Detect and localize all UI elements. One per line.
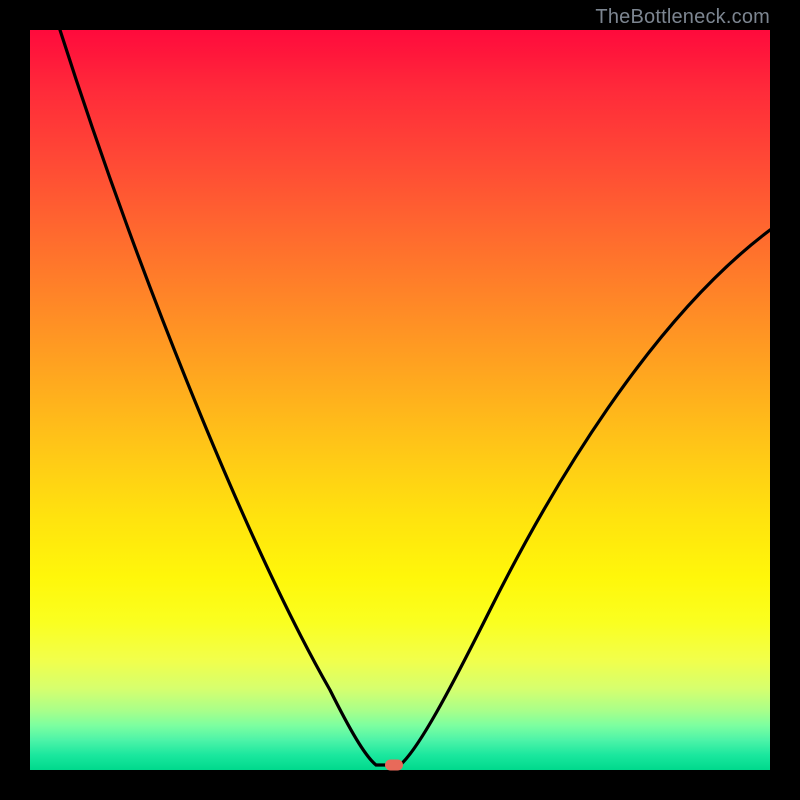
plot-area xyxy=(30,30,770,770)
bottleneck-curve xyxy=(30,30,770,770)
minimum-marker xyxy=(385,760,403,771)
curve-path xyxy=(60,30,770,765)
chart-frame: TheBottleneck.com xyxy=(0,0,800,800)
watermark-text: TheBottleneck.com xyxy=(595,6,770,29)
